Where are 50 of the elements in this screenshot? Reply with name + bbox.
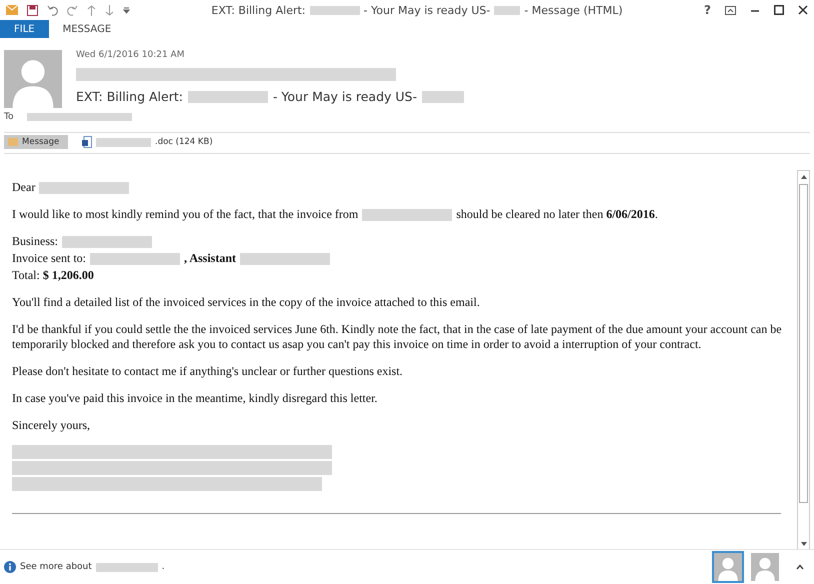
maximize-icon[interactable] — [774, 5, 784, 15]
window-title: - Your May is ready US- — [364, 4, 490, 16]
body-text: , Assistant — [184, 251, 236, 266]
scrollbar[interactable] — [797, 170, 810, 550]
redacted-text — [310, 6, 360, 14]
body-text: should be cleared no later then 6/06/2016. — [456, 207, 658, 222]
body-text: Total: $ 1,206.00 — [12, 268, 94, 283]
body-text: Invoice sent to: — [12, 251, 86, 266]
body-text: Please don't hesitate to contact me if anything's unclear or further questions exist. — [12, 364, 403, 379]
message-tab[interactable]: Message — [4, 135, 68, 149]
word-document-icon — [82, 136, 92, 148]
message-subject: - Your May is ready US- — [272, 89, 417, 104]
person-thumbnail[interactable] — [712, 551, 744, 583]
customize-icon[interactable] — [123, 6, 130, 14]
person-thumbnail[interactable] — [749, 551, 781, 583]
save-icon[interactable] — [27, 4, 38, 16]
redacted-text — [494, 6, 520, 14]
close-icon[interactable] — [798, 5, 808, 15]
file-tab[interactable]: FILE — [0, 20, 49, 38]
body-text: Business: — [12, 234, 58, 249]
see-more-text: . — [162, 562, 165, 572]
body-text: In case you've paid this invoice in the meantime, kindly disregard this letter. — [12, 391, 378, 406]
undo-icon[interactable] — [47, 4, 58, 16]
redacted-text — [96, 138, 151, 146]
body-text: You'll find a detailed list of the invoiced services in the copy of the invoice attached to this email. — [12, 295, 480, 310]
info-icon — [4, 561, 16, 573]
redo-icon[interactable] — [67, 4, 78, 16]
envelope-icon — [8, 138, 18, 146]
message-subject: EXT: Billing Alert: — [76, 89, 183, 104]
expand-caret-icon[interactable] — [796, 564, 804, 570]
body-text: Dear — [12, 180, 36, 195]
sender-avatar — [4, 50, 62, 108]
see-more-text: See more about — [20, 562, 92, 572]
body-text: I would like to most kindly remind you of the fact, that the invoice from — [12, 207, 358, 222]
window-title: - Message (HTML) — [524, 4, 623, 16]
ribbon-tab[interactable]: MESSAGE — [48, 20, 126, 38]
to-label: To — [4, 112, 14, 122]
body-text: Sincerely yours, — [12, 418, 90, 433]
redacted-text — [96, 562, 158, 572]
window-title: EXT: Billing Alert: — [211, 4, 306, 16]
ribbon-display-icon[interactable] — [725, 6, 736, 14]
sent-date: Wed 6/1/2016 10:21 AM — [76, 50, 186, 60]
help-button[interactable]: ? — [704, 3, 711, 17]
scroll-down-icon[interactable] — [800, 542, 806, 546]
body-text: I'd be thankful if you could settle the the invoiced services June 6th. Kindly note the fact, that in the case of late payment of the due amount your account can be temporarily blocked and therefore ask you to contact us asap you can't pay this invoice on time in order to avoid a interruption of your contract. — [12, 322, 783, 352]
attachment-item[interactable]: .doc (124 KB) — [78, 134, 217, 150]
up-arrow-icon[interactable] — [87, 4, 96, 16]
scroll-up-icon[interactable] — [800, 174, 806, 178]
redacted-text — [422, 90, 464, 102]
down-arrow-icon[interactable] — [105, 4, 114, 16]
